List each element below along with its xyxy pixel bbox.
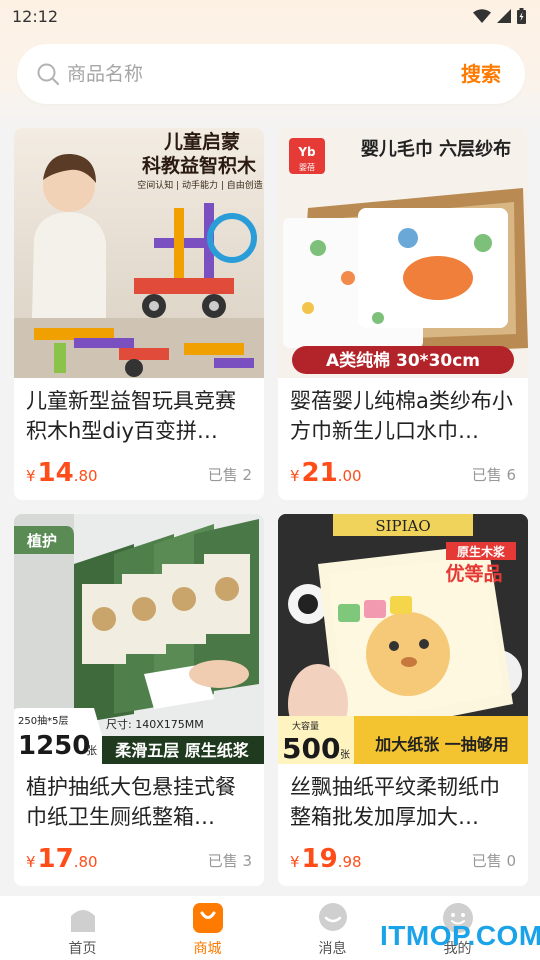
image-banner: A类纯棉 30*30cm xyxy=(326,350,480,371)
wifi-icon xyxy=(473,9,491,23)
tab-label: 消息 xyxy=(318,941,347,957)
image-count-unit: 张 xyxy=(340,749,350,761)
price-currency: ¥ xyxy=(290,853,300,871)
image-brand: SIPIAO xyxy=(375,517,430,535)
product-title[interactable]: 婴蓓婴儿纯棉a类纱布小方巾新生儿口水巾… xyxy=(290,386,518,446)
image-size: 尺寸: 140X175MM xyxy=(106,717,204,731)
product-title[interactable]: 植护抽纸大包悬挂式餐巾纸卫生厕纸整箱… xyxy=(26,772,254,832)
product-price: ¥ 17 .80 xyxy=(26,844,98,874)
tab-shop[interactable]: 商城 xyxy=(168,896,248,960)
image-count: 1250 xyxy=(18,731,90,761)
image-banner: 加大纸张 一抽够用 xyxy=(374,735,509,754)
search-bar[interactable]: 搜索 xyxy=(17,44,525,104)
battery-icon xyxy=(517,8,526,24)
product-price: ¥ 14 .80 xyxy=(26,458,98,488)
product-image: 植护 250抽*5层 1250 张 尺寸: 140X175MM 柔滑五层 原生纸… xyxy=(14,514,264,764)
price-integer: 17 xyxy=(37,844,74,874)
image-headline: 婴儿毛巾 六层纱布 xyxy=(361,138,511,160)
product-grid: 儿童启蒙 科教益智积木 空间认知 | 动手能力 | 自由创造 儿童新型益智玩具竞… xyxy=(14,128,528,886)
image-headline-1: 儿童启蒙 xyxy=(163,130,240,153)
price-decimal: .80 xyxy=(73,467,98,485)
shop-bag-icon xyxy=(192,902,224,934)
price-integer: 21 xyxy=(301,458,338,488)
product-price: ¥ 19 .98 xyxy=(290,844,362,874)
search-icon xyxy=(35,61,61,87)
sold-count: 已售 2 xyxy=(207,466,252,484)
sold-count: 已售 6 xyxy=(471,466,516,484)
home-icon xyxy=(67,902,99,934)
product-card[interactable]: SIPIAO 原生木浆 优等品 大容量 500 张 加大纸张 一抽够用 丝飘抽纸… xyxy=(278,514,528,886)
svg-text:Yb: Yb xyxy=(297,145,316,159)
product-price: ¥ 21 .00 xyxy=(290,458,362,488)
image-count-top: 250抽*5层 xyxy=(18,714,68,727)
product-image: SIPIAO 原生木浆 优等品 大容量 500 张 加大纸张 一抽够用 xyxy=(278,514,528,764)
image-count-unit: 张 xyxy=(86,744,97,757)
sold-count: 已售 0 xyxy=(471,852,516,870)
product-card[interactable]: 儿童启蒙 科教益智积木 空间认知 | 动手能力 | 自由创造 儿童新型益智玩具竞… xyxy=(14,128,264,500)
image-brand: 植护 xyxy=(27,532,57,550)
price-decimal: .98 xyxy=(337,853,362,871)
sold-count: 已售 3 xyxy=(207,852,252,870)
message-icon xyxy=(317,902,349,934)
price-decimal: .80 xyxy=(73,853,98,871)
price-currency: ¥ xyxy=(26,467,36,485)
tab-messages[interactable]: 消息 xyxy=(293,896,373,960)
product-card[interactable]: 植护 250抽*5层 1250 张 尺寸: 140X175MM 柔滑五层 原生纸… xyxy=(14,514,264,886)
image-badge-2: 优等品 xyxy=(445,562,502,585)
image-cap-label: 大容量 xyxy=(292,720,319,732)
status-icons xyxy=(473,8,526,24)
price-integer: 14 xyxy=(37,458,74,488)
tab-label: 商城 xyxy=(193,941,222,957)
watermark: ITMOP.COM xyxy=(380,920,540,951)
product-title[interactable]: 儿童新型益智玩具竞赛积木h型diy百变拼… xyxy=(26,386,254,446)
image-banner: 柔滑五层 原生纸浆 xyxy=(114,741,250,760)
status-bar: 12:12 xyxy=(0,0,540,32)
status-time: 12:12 xyxy=(12,6,59,26)
search-button[interactable]: 搜索 xyxy=(461,58,501,87)
price-decimal: .00 xyxy=(337,467,362,485)
search-input[interactable] xyxy=(67,63,427,85)
image-tags: 空间认知 | 动手能力 | 自由创造 xyxy=(137,179,263,191)
price-currency: ¥ xyxy=(290,467,300,485)
image-headline-2: 科教益智积木 xyxy=(142,154,257,177)
signal-icon xyxy=(497,9,511,23)
price-currency: ¥ xyxy=(26,853,36,871)
tab-home[interactable]: 首页 xyxy=(43,896,123,960)
product-image: 儿童启蒙 科教益智积木 空间认知 | 动手能力 | 自由创造 xyxy=(14,128,264,378)
tab-label: 首页 xyxy=(68,941,97,957)
product-title[interactable]: 丝飘抽纸平纹柔韧纸巾整箱批发加厚加大… xyxy=(290,772,518,832)
image-badge-1: 原生木浆 xyxy=(457,544,506,559)
price-integer: 19 xyxy=(301,844,338,874)
image-count: 500 xyxy=(282,732,340,764)
product-card[interactable]: Yb 婴蓓 婴儿毛巾 六层纱布 A类纯棉 30*30cm 婴蓓婴儿纯棉a类纱布小… xyxy=(278,128,528,500)
product-image: Yb 婴蓓 婴儿毛巾 六层纱布 A类纯棉 30*30cm xyxy=(278,128,528,378)
image-brand: 婴蓓 xyxy=(299,162,315,172)
